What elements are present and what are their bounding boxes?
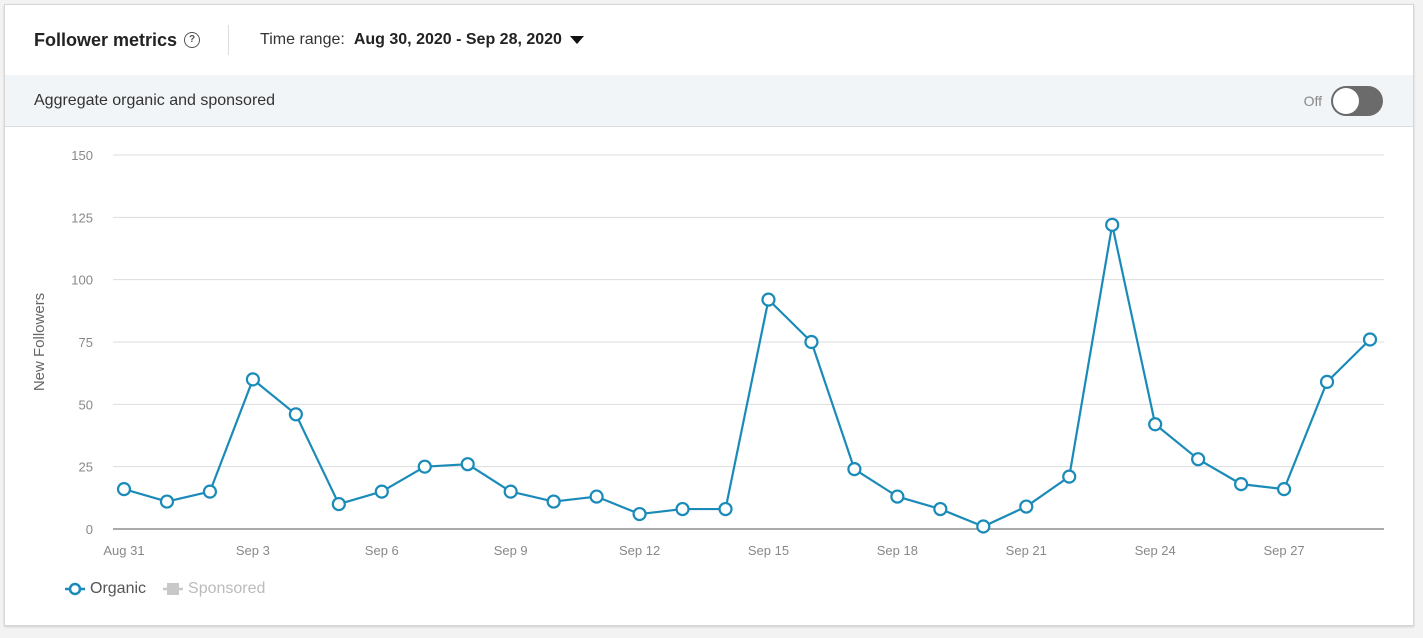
x-tick-labels: Aug 31 Sep 3 Sep 6 Sep 9 Sep 12 Sep 15 Sep 18 S… xyxy=(103,543,1304,558)
data-point[interactable] xyxy=(1276,482,1292,497)
data-point[interactable] xyxy=(1191,452,1206,467)
y-tick-label: 125 xyxy=(71,210,93,225)
data-point[interactable] xyxy=(503,484,518,499)
data-point[interactable] xyxy=(847,462,862,477)
y-tick-label: 100 xyxy=(71,273,93,288)
data-point[interactable] xyxy=(460,457,475,472)
x-tick-label: Sep 6 xyxy=(365,543,399,558)
legend-item-organic[interactable]: Organic xyxy=(64,580,146,598)
data-point[interactable] xyxy=(546,494,561,509)
chart-legend: Organic Sponsored xyxy=(64,580,281,598)
data-point[interactable] xyxy=(417,459,432,474)
data-point[interactable] xyxy=(202,484,218,499)
organic-line xyxy=(123,223,1371,528)
legend-sponsored-label: Sponsored xyxy=(188,580,266,597)
data-point[interactable] xyxy=(804,334,819,350)
x-tick-label: Sep 27 xyxy=(1263,543,1304,558)
data-point[interactable] xyxy=(1362,332,1378,347)
data-point[interactable] xyxy=(1234,477,1249,492)
x-tick-label: Sep 3 xyxy=(236,543,270,558)
data-point[interactable] xyxy=(718,501,733,517)
legend-item-sponsored[interactable]: Sponsored xyxy=(162,580,265,598)
data-point[interactable] xyxy=(245,372,260,387)
data-point[interactable] xyxy=(1148,417,1163,432)
y-tick-label: 25 xyxy=(79,460,93,475)
data-point[interactable] xyxy=(976,519,991,534)
y-tick-label: 50 xyxy=(79,397,93,412)
organic-series xyxy=(116,217,1378,534)
x-tick-label: Sep 18 xyxy=(877,543,918,558)
data-point[interactable] xyxy=(159,494,175,509)
x-tick-label: Sep 9 xyxy=(494,543,528,558)
data-point[interactable] xyxy=(1319,374,1335,389)
data-point[interactable] xyxy=(761,292,776,307)
data-point[interactable] xyxy=(1019,499,1034,514)
data-point[interactable] xyxy=(331,496,346,512)
data-point[interactable] xyxy=(288,407,303,422)
legend-organic-label: Organic xyxy=(90,580,147,597)
x-tick-label: Sep 12 xyxy=(619,543,660,558)
x-tick-label: Sep 21 xyxy=(1006,543,1047,558)
y-tick-label: 150 xyxy=(71,148,93,163)
followers-line-chart: 0 25 50 75 100 125 150 Aug 31 Sep 3 Sep 6 Sep 9 Se… xyxy=(31,148,1384,558)
data-point[interactable] xyxy=(675,501,690,517)
x-tick-label: Sep 24 xyxy=(1135,543,1176,558)
x-tick-label: Sep 15 xyxy=(748,543,789,558)
data-point[interactable] xyxy=(632,506,647,522)
data-point[interactable] xyxy=(589,489,604,504)
data-point[interactable] xyxy=(890,489,905,504)
grid-layer xyxy=(113,154,1384,530)
data-point[interactable] xyxy=(374,484,389,499)
y-tick-label: 75 xyxy=(79,335,93,350)
data-point[interactable] xyxy=(933,501,948,517)
data-point[interactable] xyxy=(1062,469,1077,484)
data-point[interactable] xyxy=(1105,217,1120,232)
y-axis-label: New Followers xyxy=(31,293,48,391)
data-point[interactable] xyxy=(116,482,132,497)
y-tick-label: 0 xyxy=(86,522,93,537)
y-tick-labels: 0 25 50 75 100 125 150 xyxy=(71,148,93,537)
x-tick-label: Aug 31 xyxy=(103,543,144,558)
sponsored-legend-icon xyxy=(163,583,184,595)
organic-legend-icon xyxy=(65,582,85,596)
